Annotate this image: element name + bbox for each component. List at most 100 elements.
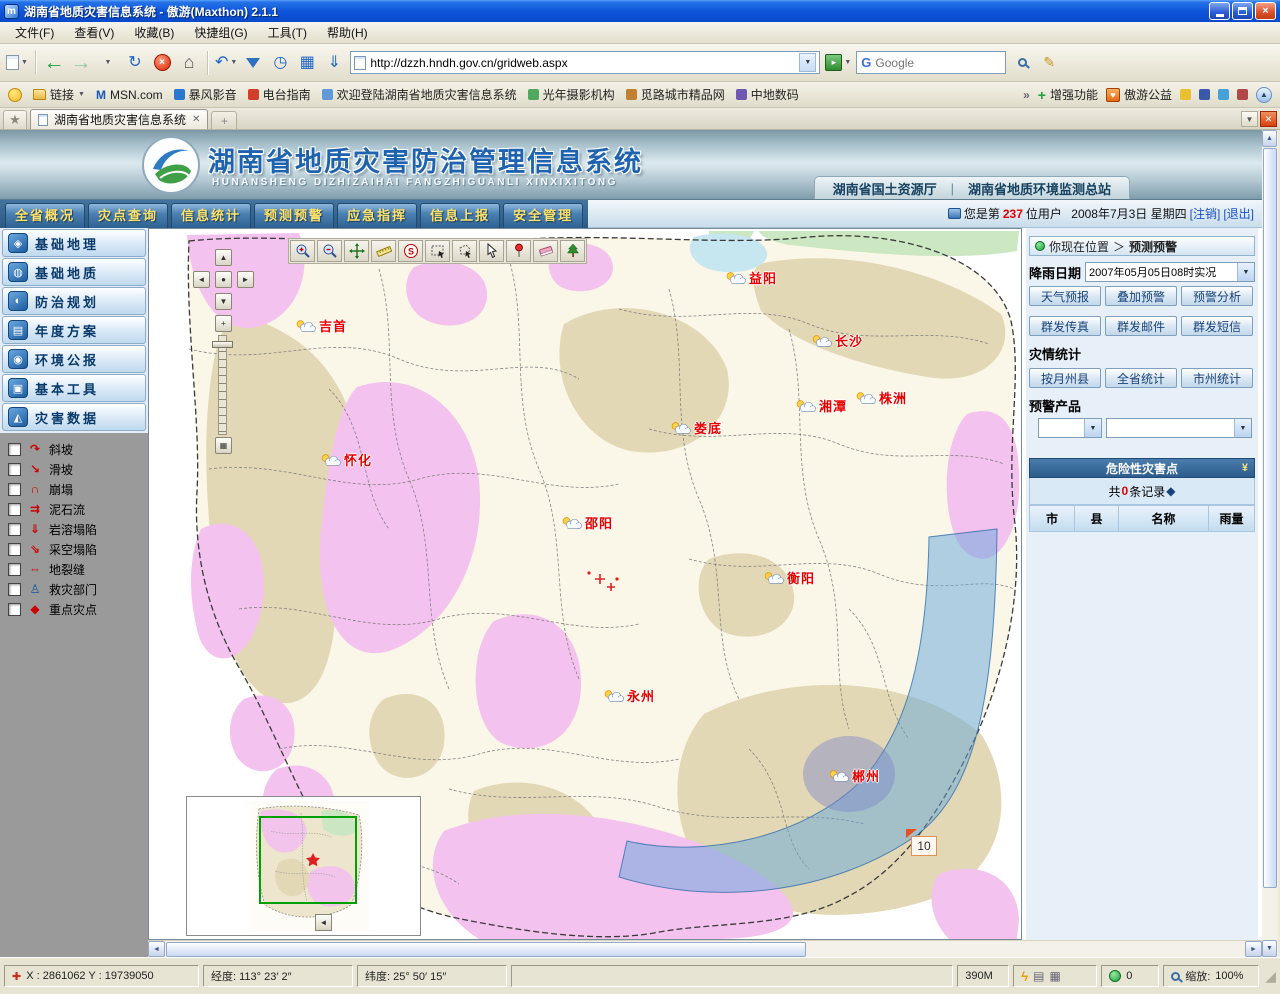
history-dropdown-button[interactable]: ▼ [97, 50, 119, 76]
go-button[interactable]: ▸▼ [825, 50, 851, 76]
layer-checkbox[interactable] [8, 483, 21, 496]
menu-groups[interactable]: 快捷组(G) [185, 22, 256, 43]
lamp-icon[interactable] [1180, 89, 1191, 100]
boost-icon[interactable]: ϟ [1021, 969, 1028, 984]
menu-favorites[interactable]: 收藏(B) [125, 22, 183, 43]
link-land-resources[interactable]: 湖南省国土资源厅 [833, 179, 937, 198]
city-stats-button[interactable]: 市州统计 [1181, 368, 1253, 388]
map-city-jishou[interactable]: 吉首 [295, 316, 347, 335]
nav-tab-emergency[interactable]: 应急指挥 [337, 203, 417, 228]
mass-sms-button[interactable]: 群发短信 [1181, 316, 1253, 336]
link-welcome[interactable]: 欢迎登陆湖南省地质灾害信息系统 [322, 86, 517, 103]
map-city-zhuzhou[interactable]: 株洲 [855, 388, 907, 407]
nav-tab-report[interactable]: 信息上报 [420, 203, 500, 228]
map-tool-identify[interactable] [479, 240, 504, 262]
layer-checkbox[interactable] [8, 543, 21, 556]
map-tool-zoom-out[interactable] [317, 240, 342, 262]
product-type-select[interactable]: ▼ [1038, 418, 1102, 438]
vertical-scroll-thumb[interactable] [1263, 148, 1277, 888]
map-city-hengyang[interactable]: 衡阳 [763, 568, 815, 587]
collapse-icon[interactable]: ¥ [1242, 462, 1248, 474]
layer-checkbox[interactable] [8, 563, 21, 576]
map-tool-erase[interactable] [533, 240, 558, 262]
new-tab-button[interactable]: + [211, 111, 237, 129]
scroll-right-button[interactable]: ► [1245, 941, 1262, 957]
link-zhongdi[interactable]: 中地数码 [736, 86, 799, 103]
layer-checkbox[interactable] [8, 443, 21, 456]
menu-file[interactable]: 文件(F) [6, 22, 63, 43]
collapse-toolbar-button[interactable]: ▲ [1256, 87, 1272, 103]
zoom-in-step-button[interactable]: + [215, 315, 232, 332]
shield-icon[interactable] [1109, 970, 1121, 982]
map-city-huaihua[interactable]: 怀化 [320, 450, 372, 469]
highlight-button[interactable]: ✎ [1038, 50, 1060, 76]
map-tool-zoom-in[interactable] [290, 240, 315, 262]
layer-checkbox[interactable] [8, 603, 21, 616]
map-tool-select-polygon[interactable] [452, 240, 477, 262]
address-dropdown[interactable]: ▼ [799, 53, 816, 72]
product-item-select[interactable]: ▼ [1106, 418, 1252, 438]
link-baofeng[interactable]: 暴风影音 [174, 86, 237, 103]
refresh-button[interactable]: ↻ [124, 50, 146, 76]
monthly-county-button[interactable]: 按月州县 [1029, 368, 1101, 388]
resize-grip[interactable]: ◢ [1265, 968, 1276, 985]
weather-forecast-button[interactable]: 天气预报 [1029, 286, 1101, 306]
vertical-scrollbar[interactable]: ▲ ▼ [1262, 130, 1278, 957]
nav-tab-statistics[interactable]: 信息统计 [171, 203, 251, 228]
search-input[interactable] [875, 56, 1001, 70]
map-flag-marker[interactable]: 10 [906, 829, 938, 857]
province-stats-button[interactable]: 全省统计 [1105, 368, 1177, 388]
map-tool-select-circle[interactable]: S [398, 240, 423, 262]
smiley-icon[interactable] [8, 88, 22, 102]
links-folder[interactable]: 链接▼ [33, 86, 85, 103]
zoom-control[interactable]: 缩放:100% [1163, 965, 1259, 987]
danger-points-header[interactable]: 危险性灾害点 ¥ [1029, 458, 1255, 478]
history-button[interactable]: ◷ [269, 50, 291, 76]
printer-icon[interactable]: ▤ [1033, 969, 1044, 983]
exit-link[interactable]: [退出] [1223, 205, 1254, 222]
map-tool-pan[interactable] [344, 240, 369, 262]
snapshot-button[interactable]: ▦ [296, 50, 318, 76]
link-msn[interactable]: MMSN.com [96, 88, 163, 102]
map-city-xiangtan[interactable]: 湘潭 [795, 396, 847, 415]
link-city[interactable]: 觅路城市精品网 [626, 86, 725, 103]
menu-view[interactable]: 查看(V) [65, 22, 123, 43]
sidebar-item-base-geography[interactable]: ◈基础地理 [2, 229, 146, 257]
scroll-left-button[interactable]: ◄ [148, 941, 165, 957]
charity-button[interactable]: ♥傲游公益 [1106, 86, 1172, 103]
map-city-yiyang[interactable]: 益阳 [725, 268, 777, 287]
new-page-button[interactable]: ▼ [6, 50, 28, 76]
ad-filter-button[interactable] [242, 50, 264, 76]
map-city-chenzhou[interactable]: 郴州 [828, 766, 880, 785]
map-city-loudi[interactable]: 娄底 [670, 418, 722, 437]
close-tab-button[interactable]: ✕ [1260, 111, 1277, 127]
chat-icon[interactable] [1218, 89, 1229, 100]
maximize-button[interactable] [1232, 2, 1253, 20]
back-button[interactable]: ← [43, 50, 65, 76]
enhance-button[interactable]: +增强功能 [1038, 86, 1098, 103]
map-tool-add-point[interactable] [506, 240, 531, 262]
nav-tab-overview[interactable]: 全省概况 [5, 203, 85, 228]
pan-center-button[interactable]: ● [215, 271, 232, 288]
forward-button[interactable]: → [70, 50, 92, 76]
full-extent-button[interactable]: ▦ [215, 437, 232, 454]
search-button[interactable] [1011, 50, 1033, 76]
mass-fax-button[interactable]: 群发传真 [1029, 316, 1101, 336]
folder-icon[interactable]: ▦ [1049, 969, 1060, 983]
sidebar-item-prevention-plan[interactable]: ◐防治规划 [2, 287, 146, 315]
tab-close-icon[interactable]: ✕ [192, 114, 200, 125]
scroll-down-button[interactable]: ▼ [1262, 940, 1277, 957]
horizontal-scrollbar[interactable]: ◄ ► [148, 940, 1262, 957]
pan-right-button[interactable]: ► [237, 271, 254, 288]
overview-map[interactable] [251, 801, 369, 931]
sidebar-item-env-bulletin[interactable]: ◉环境公报 [2, 345, 146, 373]
zoom-slider-track[interactable] [218, 335, 227, 435]
tab-list-button[interactable]: ▼ [1241, 111, 1258, 127]
stop-button[interactable]: × [151, 50, 173, 76]
layer-checkbox[interactable] [8, 463, 21, 476]
scroll-up-button[interactable]: ▲ [1262, 130, 1277, 147]
rain-date-select[interactable]: 2007年05月05日08时实况▼ [1085, 262, 1255, 282]
layer-checkbox[interactable] [8, 503, 21, 516]
more-links-button[interactable]: » [1023, 88, 1030, 102]
layer-checkbox[interactable] [8, 583, 21, 596]
